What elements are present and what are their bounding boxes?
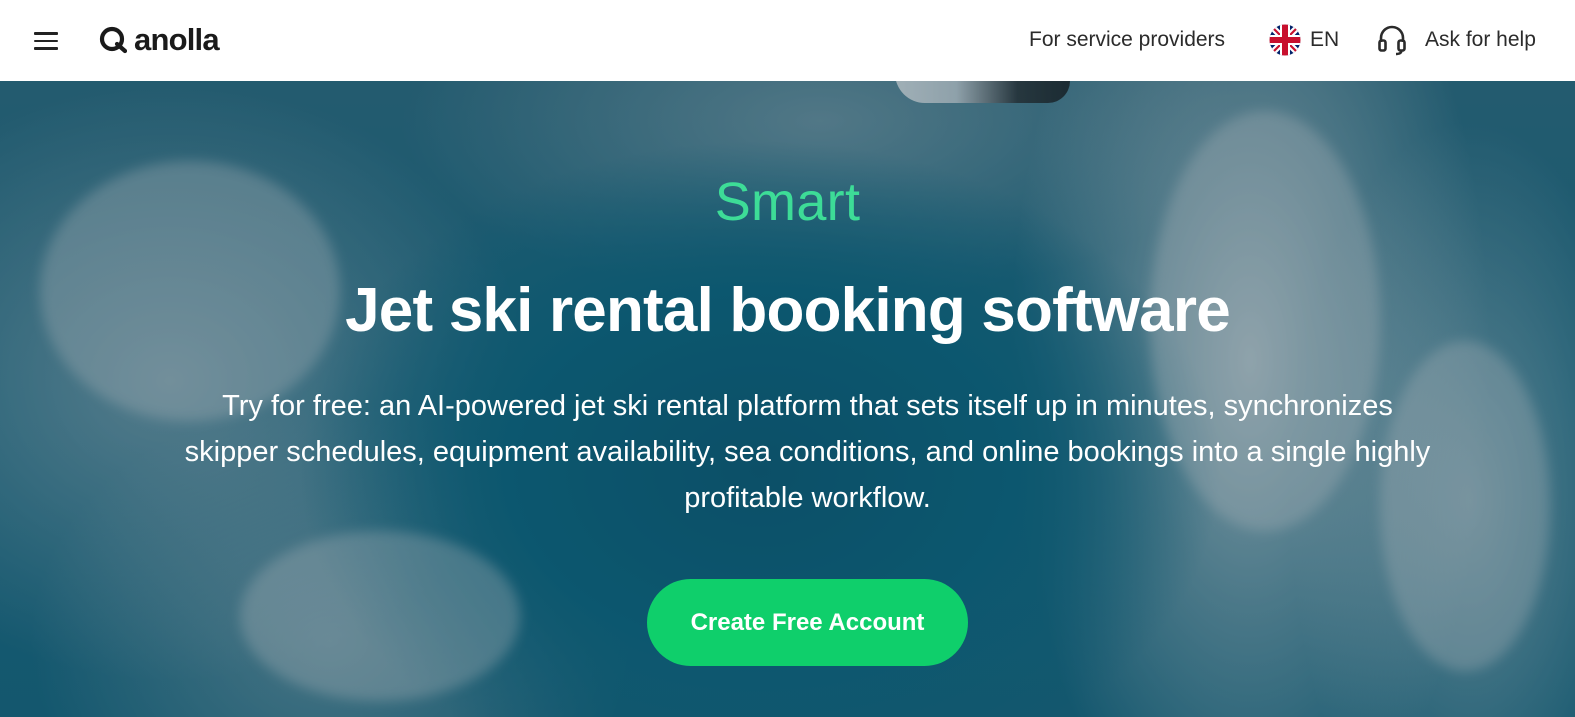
hero-content: Smart Jet ski rental booking software Tr… (0, 81, 1575, 717)
language-label: EN (1310, 28, 1340, 51)
hero-headline: Jet ski rental booking software (345, 276, 1231, 345)
create-free-account-button[interactable]: Create Free Account (647, 579, 968, 666)
uk-flag-icon (1269, 24, 1301, 56)
anolla-logo[interactable]: anolla (99, 20, 220, 60)
ask-for-help-label: Ask for help (1425, 28, 1536, 51)
logo-text: anolla (134, 22, 220, 57)
top-navigation-bar: anolla For service providers EN Ask for … (0, 0, 1575, 81)
logo-mark-icon (99, 26, 127, 54)
headset-icon (1378, 25, 1406, 56)
for-service-providers-link[interactable]: For service providers (1029, 24, 1225, 56)
hero-subtext: Try for free: an AI-powered jet ski rent… (184, 390, 1431, 514)
hero-section: Smart Jet ski rental booking software Tr… (0, 81, 1575, 717)
language-selector[interactable]: EN (1269, 24, 1339, 56)
hero-eyebrow: Smart (714, 172, 861, 232)
hamburger-menu-icon[interactable] (34, 27, 62, 55)
ask-for-help-link[interactable]: Ask for help (1377, 24, 1536, 56)
